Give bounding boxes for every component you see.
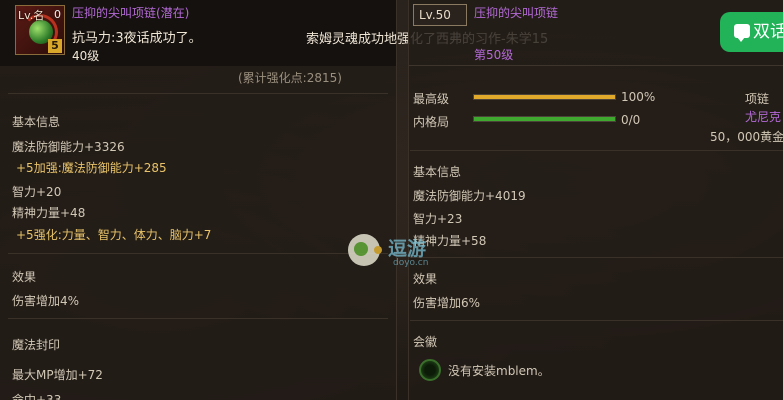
divider [409,65,783,66]
emblem-slot-icon[interactable] [419,359,441,381]
magic-seal-header: 魔法封印 [12,338,61,352]
stat-line: 智力+23 [413,212,463,226]
chat-button-label: 双话 [753,22,783,42]
stat-line: +5强化:力量、智力、体力、脑力+7 [16,228,212,242]
watermark-text: 逗游 [388,238,427,260]
divider [410,320,783,321]
divider [8,253,388,254]
stat-line: 魔法防御能力+3326 [12,140,125,154]
basic-info-header: 基本信息 [12,115,61,129]
emblem-header: 会徽 [413,335,438,349]
item-required-level: 40级 [72,49,100,63]
grade-bar-fill [474,95,615,99]
emblem-status: 没有安装mblem。 [448,364,550,378]
item-name: 压抑的尖叫项链 [474,6,559,20]
effect-text: 伤害增加6% [413,296,481,310]
watermark-subtext: doyo.cn [393,258,429,268]
enhance-level-badge: 5 [48,39,62,53]
seal-stat-line: 最大MP增加+72 [12,368,103,382]
inner-pattern-bar-fill [474,117,615,121]
item-price: 50，000黄金 [710,130,783,144]
effect-text: 伤害增加4% [12,294,80,308]
cumulative-enhance-points: (累计强化点:2815) [238,71,342,85]
chat-button[interactable]: 双话 [720,12,783,52]
inner-pattern-label: 内格局 [413,115,450,129]
inner-pattern-bar [473,116,616,122]
item-count-badge: 0 [54,8,61,21]
divider [8,93,388,94]
item-required-level: 第50级 [474,48,514,62]
chat-bubble-icon [734,24,750,42]
item-level-badge: Lv.名 [18,9,45,22]
grade-label: 最高级 [413,92,450,106]
stat-line: 精神力量+48 [12,206,86,220]
effect-header: 效果 [413,272,438,286]
grade-bar [473,94,616,100]
basic-info-header: 基本信息 [413,165,462,179]
divider [410,257,783,258]
stat-line: 智力+20 [12,185,62,199]
grade-percent: 100% [621,90,656,104]
item-name: 压抑的尖叫项链(潜在) [72,6,190,20]
item-type: 项链 [745,92,770,106]
divider [410,150,783,151]
inner-pattern-value: 0/0 [621,113,641,127]
seal-stat-line: 命中+33 [12,393,62,400]
stat-line: 魔法防御能力+4019 [413,189,526,203]
item-rarity: 尤尼克 [745,110,782,124]
necklace-item-icon[interactable]: Lv.名 0 5 [15,5,65,55]
stat-line: +5加强:魔法防御能力+285 [16,161,167,175]
item-tooltip-left: Lv.名 0 5 压抑的尖叫项链(潜在) 抗马力:3夜话成功了。 40级 (累计… [0,0,397,400]
item-subtitle: 抗马力:3夜话成功了。 [72,31,202,46]
divider [8,318,388,319]
watermark-logo-icon [348,234,382,266]
item-level-box: Lv.50 [413,4,467,26]
effect-header: 效果 [12,270,37,284]
